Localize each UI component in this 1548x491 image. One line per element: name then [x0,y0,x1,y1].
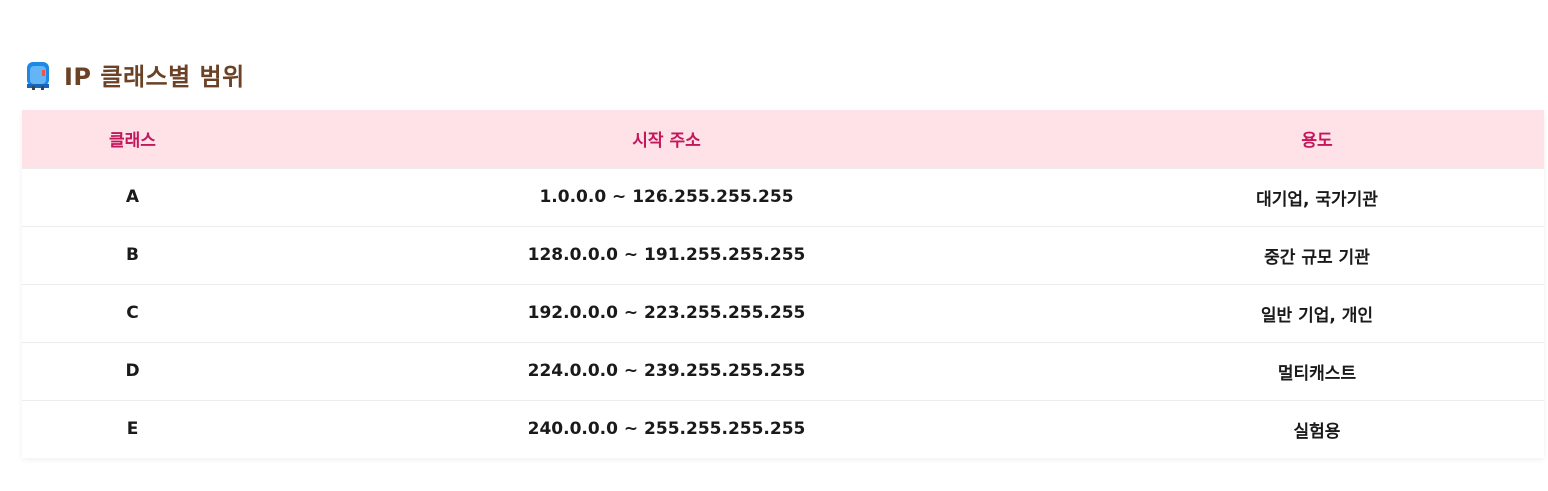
header-start-address: 시작 주소 [632,131,701,152]
cell-usage: 실험용 [1293,421,1341,442]
cell-class: D [125,361,140,381]
cell-class: C [126,303,139,323]
cell-usage: 대기업, 국가기관 [1256,189,1378,210]
table-row: E 240.0.0.0 ~ 255.255.255.255 실험용 [22,400,1544,458]
cell-usage: 멀티캐스트 [1277,363,1357,384]
table-row: D 224.0.0.0 ~ 239.255.255.255 멀티캐스트 [22,342,1544,400]
section-heading: IP 클래스별 범위 [24,56,245,92]
cell-range: 224.0.0.0 ~ 239.255.255.255 [527,361,806,381]
cell-range: 192.0.0.0 ~ 223.255.255.255 [527,303,806,323]
mailbox-icon [24,58,52,90]
cell-class: B [126,245,139,265]
ip-class-table: 클래스 시작 주소 용도 A 1.0.0.0 ~ 126.255.255.255… [22,110,1544,458]
table-header-row: 클래스 시작 주소 용도 [22,110,1544,168]
cell-usage: 일반 기업, 개인 [1260,305,1374,326]
cell-class: A [125,187,140,207]
section-title: IP 클래스별 범위 [64,62,245,91]
cell-usage: 중간 규모 기관 [1264,247,1370,268]
table-row: A 1.0.0.0 ~ 126.255.255.255 대기업, 국가기관 [22,168,1544,226]
cell-class: E [126,419,139,440]
table-row: B 128.0.0.0 ~ 191.255.255.255 중간 규모 기관 [22,226,1544,284]
cell-range: 1.0.0.0 ~ 126.255.255.255 [539,187,794,207]
cell-range: 240.0.0.0 ~ 255.255.255.255 [527,419,806,440]
cell-range: 128.0.0.0 ~ 191.255.255.255 [527,245,806,265]
header-usage: 용도 [1301,131,1333,152]
table-row: C 192.0.0.0 ~ 223.255.255.255 일반 기업, 개인 [22,284,1544,342]
header-class: 클래스 [109,131,156,152]
